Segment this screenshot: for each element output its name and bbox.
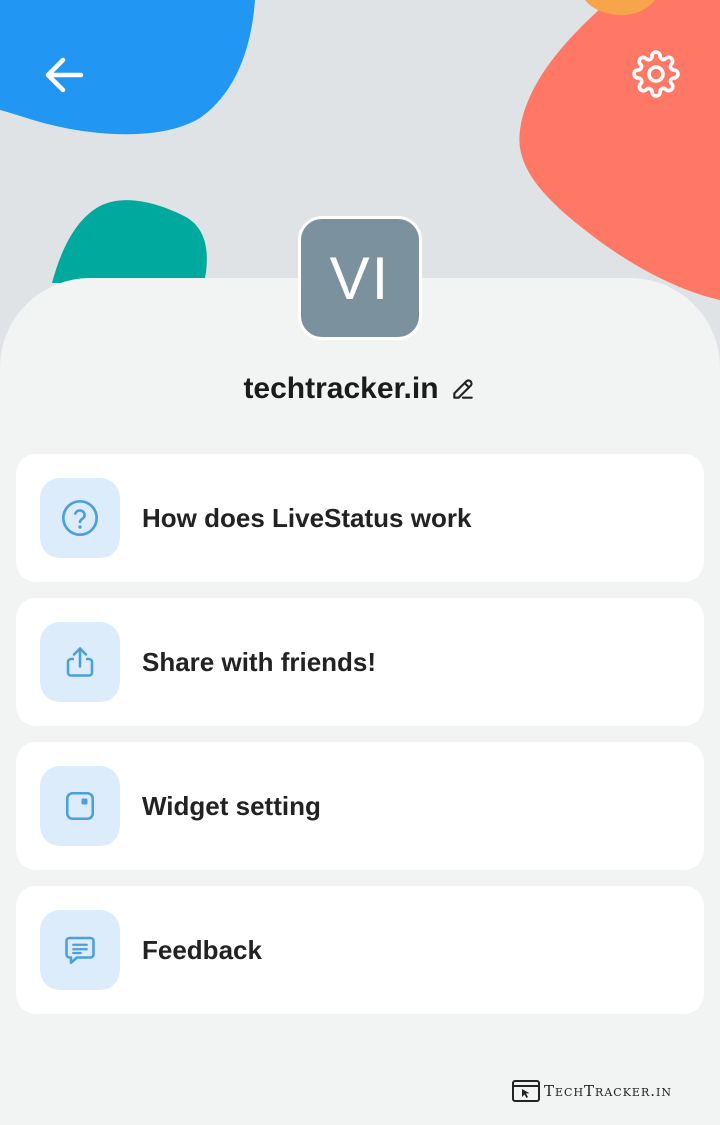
menu-icon-tile <box>40 766 120 846</box>
browser-cursor-icon <box>512 1080 540 1102</box>
watermark: TechTracker.in <box>512 1078 672 1104</box>
edit-name-button[interactable] <box>449 375 477 403</box>
menu-icon-tile <box>40 622 120 702</box>
teal-blob-decoration <box>52 200 207 283</box>
menu-item-label: Widget setting <box>142 790 321 821</box>
gear-icon <box>632 50 680 98</box>
menu-icon-tile <box>40 910 120 990</box>
pencil-icon <box>452 379 473 399</box>
widget-icon <box>65 791 95 821</box>
settings-menu: How does LiveStatus work Share with frie… <box>16 454 704 1030</box>
menu-item-how-it-works[interactable]: How does LiveStatus work <box>16 454 704 582</box>
watermark-text: TechTracker.in <box>544 1082 672 1100</box>
share-icon <box>66 647 94 677</box>
menu-item-label: Share with friends! <box>142 646 377 677</box>
menu-item-widget-setting[interactable]: Widget setting <box>16 742 704 870</box>
avatar[interactable]: VI <box>298 216 422 340</box>
profile-name: techtracker.in <box>243 372 439 405</box>
settings-button[interactable] <box>628 46 684 102</box>
menu-item-label: Feedback <box>142 934 262 965</box>
menu-icon-tile <box>40 478 120 558</box>
feedback-icon <box>65 936 95 965</box>
profile-name-row: techtracker.in <box>0 364 720 414</box>
help-circle-icon <box>62 500 98 536</box>
menu-item-share[interactable]: Share with friends! <box>16 598 704 726</box>
menu-item-feedback[interactable]: Feedback <box>16 886 704 1014</box>
arrow-left-icon <box>45 57 84 93</box>
top-bar <box>0 0 720 150</box>
menu-item-label: How does LiveStatus work <box>142 502 472 533</box>
back-button[interactable] <box>36 50 92 100</box>
